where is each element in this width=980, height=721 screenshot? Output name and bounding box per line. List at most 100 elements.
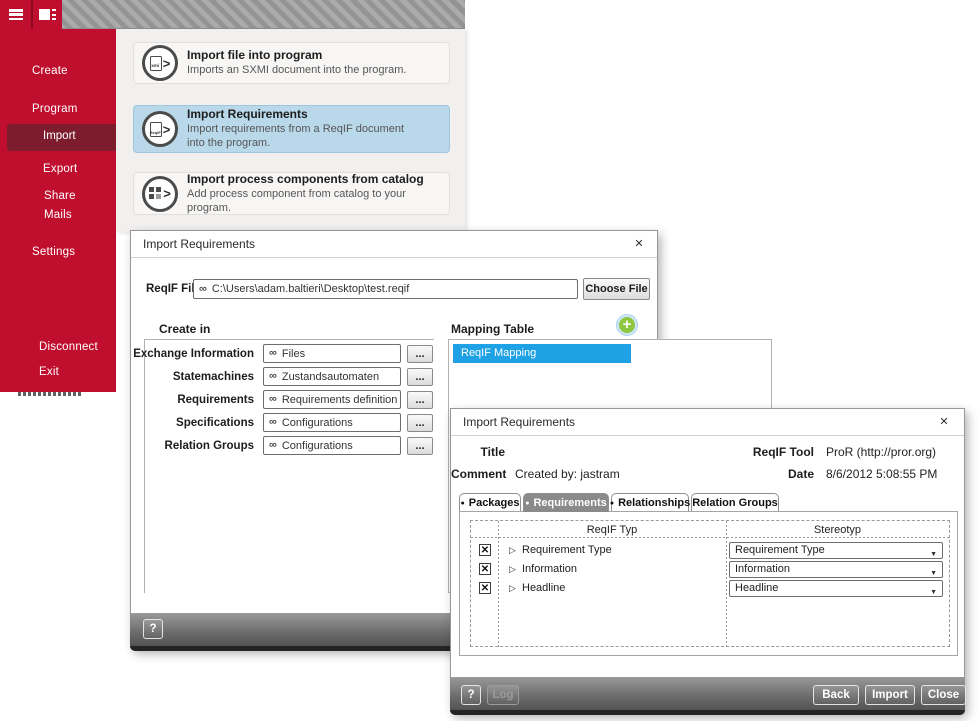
- sidebar-item-program[interactable]: Program: [32, 103, 78, 115]
- link-icon: ∞: [269, 440, 277, 451]
- field-label: Specifications: [131, 417, 254, 429]
- field-label: Exchange Information: [131, 348, 254, 360]
- choose-file-button[interactable]: Choose File: [583, 278, 650, 300]
- field-value: Configurations: [282, 417, 353, 429]
- back-button[interactable]: Back: [813, 685, 859, 705]
- sidebar-item-settings[interactable]: Settings: [32, 246, 75, 258]
- menu-button[interactable]: [0, 0, 31, 29]
- row-checkbox[interactable]: ✕: [479, 563, 491, 575]
- link-icon: ∞: [269, 394, 277, 405]
- sidebar-item-share[interactable]: Share: [44, 190, 76, 202]
- mapping-table-header: Mapping Table: [451, 322, 534, 336]
- tab-relationships[interactable]: ● Relationships: [611, 493, 689, 512]
- link-icon: ∞: [269, 348, 277, 359]
- header-divider: [471, 537, 949, 538]
- date-value: 8/6/2012 5:08:55 PM: [826, 467, 937, 481]
- column-header-reqif-typ: ReqIF Typ: [498, 524, 726, 536]
- tab-label: Relation Groups: [692, 497, 778, 509]
- field-value: Requirements definition: [282, 394, 398, 406]
- select-value: Requirement Type: [735, 544, 825, 556]
- statemachines-input[interactable]: ∞ Zustandsautomaten: [263, 367, 401, 386]
- add-mapping-icon[interactable]: +: [617, 315, 637, 335]
- stereotype-select[interactable]: Requirement Type ▼: [729, 542, 943, 559]
- browse-button[interactable]: ...: [407, 368, 433, 386]
- import-button[interactable]: Import: [865, 685, 915, 705]
- field-value: Zustandsautomaten: [282, 371, 379, 383]
- tab-label: Relationships: [618, 497, 690, 509]
- date-label: Date: [714, 467, 814, 481]
- icon-file-label: ReqIF: [150, 129, 161, 135]
- reqif-type-label: Headline: [522, 582, 565, 594]
- card-description: Imports an SXMI document into the progra…: [187, 64, 407, 78]
- browse-button[interactable]: ...: [407, 437, 433, 455]
- reqif-file-path: C:\Users\adam.baltieri\Desktop\test.reqi…: [212, 283, 409, 295]
- chevron-right-icon: >: [163, 57, 171, 70]
- browse-button[interactable]: ...: [407, 391, 433, 409]
- chevron-right-icon: >: [163, 123, 171, 136]
- dialog-title: Import Requirements: [463, 409, 575, 435]
- field-label: Requirements: [131, 394, 254, 406]
- close-icon[interactable]: ✕: [631, 236, 647, 252]
- import-options-panel: xmi > Import file into program Imports a…: [116, 29, 465, 232]
- dropdown-arrow-icon: ▼: [930, 585, 937, 600]
- log-button[interactable]: Log: [487, 685, 519, 705]
- card-import-process-components[interactable]: > Import process components from catalog…: [133, 172, 450, 215]
- tab-requirements[interactable]: ● Requirements: [523, 493, 609, 512]
- requirements-input[interactable]: ∞ Requirements definition: [263, 390, 401, 409]
- card-description: Add process component from catalog to yo…: [187, 188, 441, 216]
- comment-label: Comment: [451, 467, 505, 481]
- expand-triangle-icon[interactable]: ▷: [509, 583, 516, 594]
- sidebar-item-exit[interactable]: Exit: [39, 366, 59, 378]
- row-checkbox[interactable]: ✕: [479, 582, 491, 594]
- select-value: Headline: [735, 582, 778, 594]
- card-title: Import process components from catalog: [187, 172, 441, 186]
- browse-button[interactable]: ...: [407, 414, 433, 432]
- browse-button[interactable]: ...: [407, 345, 433, 363]
- stereotype-select[interactable]: Information ▼: [729, 561, 943, 578]
- sidebar-item-mails[interactable]: Mails: [44, 209, 72, 221]
- card-import-requirements[interactable]: ReqIF > Import Requirements Import requi…: [133, 105, 450, 153]
- column-header-stereotyp: Stereotyp: [726, 524, 949, 536]
- reqif-type-label: Requirement Type: [522, 544, 612, 556]
- tab-packages[interactable]: ● Packages: [459, 493, 521, 512]
- stereotype-select[interactable]: Headline ▼: [729, 580, 943, 597]
- field-value: Configurations: [282, 440, 353, 452]
- reqif-tool-value: ProR (http://pror.org): [826, 445, 936, 459]
- card-description: Import requirements from a ReqIF documen…: [187, 123, 417, 151]
- process-blocks-icon: >: [142, 176, 178, 212]
- card-import-file[interactable]: xmi > Import file into program Imports a…: [133, 42, 450, 84]
- import-requirements-dialog-2: Import Requirements ✕ Title ReqIF Tool P…: [450, 408, 965, 714]
- mapping-list-item-selected[interactable]: ReqIF Mapping: [453, 344, 631, 363]
- tab-label: Requirements: [533, 497, 606, 509]
- link-icon: ∞: [269, 417, 277, 428]
- sidebar-item-create[interactable]: Create: [32, 65, 68, 77]
- sidebar-item-disconnect[interactable]: Disconnect: [39, 341, 98, 353]
- tab-relation-groups[interactable]: Relation Groups: [691, 493, 779, 512]
- field-label: Relation Groups: [131, 440, 254, 452]
- specifications-input[interactable]: ∞ Configurations: [263, 413, 401, 432]
- comment-value: Created by: jastram: [515, 467, 620, 481]
- link-icon: ∞: [269, 371, 277, 382]
- help-button[interactable]: ?: [143, 619, 163, 639]
- app-window-button[interactable]: [33, 0, 62, 29]
- expand-triangle-icon[interactable]: ▷: [509, 564, 516, 575]
- reqif-tool-label: ReqIF Tool: [714, 445, 814, 459]
- select-value: Information: [735, 563, 790, 575]
- reqif-file-input[interactable]: ∞ C:\Users\adam.baltieri\Desktop\test.re…: [193, 279, 578, 299]
- tab-label: Packages: [469, 497, 520, 509]
- sidebar-item-import[interactable]: Import: [7, 124, 116, 151]
- help-button[interactable]: ?: [461, 685, 481, 705]
- sidebar-item-export[interactable]: Export: [43, 163, 77, 175]
- titlebar-divider: [131, 257, 657, 258]
- tab-bullet-icon: ●: [461, 500, 465, 507]
- close-icon[interactable]: ✕: [936, 414, 952, 430]
- relation-groups-input[interactable]: ∞ Configurations: [263, 436, 401, 455]
- expand-triangle-icon[interactable]: ▷: [509, 545, 516, 556]
- close-button[interactable]: Close: [921, 685, 966, 705]
- row-checkbox[interactable]: ✕: [479, 544, 491, 556]
- exchange-information-input[interactable]: ∞ Files: [263, 344, 401, 363]
- hamburger-icon: [9, 9, 23, 20]
- chevron-right-icon: >: [163, 187, 171, 200]
- app-canvas: Create Program Import Export Share Mails…: [0, 0, 980, 721]
- reqif-file-icon: ReqIF >: [142, 111, 178, 147]
